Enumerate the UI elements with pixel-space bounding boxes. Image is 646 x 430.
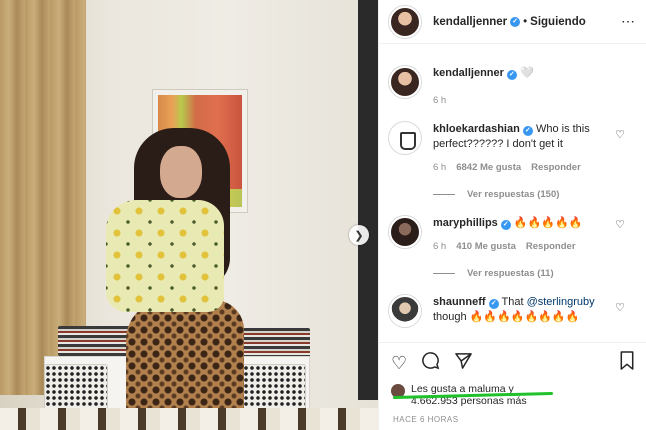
share-icon[interactable]: [454, 351, 473, 375]
heart-icon[interactable]: ♡: [615, 301, 625, 314]
caption-avatar[interactable]: [389, 66, 421, 98]
comment-likes[interactable]: 410 Me gusta: [456, 239, 516, 254]
comment-text-pre: That: [501, 296, 527, 308]
caption: kendalljenner ✓ 🤍 6 h: [379, 66, 646, 108]
action-bar: ♡: [379, 343, 646, 379]
caption-time: 6 h: [433, 95, 447, 106]
comment-likes[interactable]: 6842 Me gusta: [456, 160, 521, 175]
comment-avatar[interactable]: [389, 295, 421, 327]
more-options-icon[interactable]: ⋯: [621, 13, 636, 30]
heart-icon[interactable]: ♡: [391, 352, 407, 374]
post-photo: [0, 0, 378, 430]
photo-floor: [0, 408, 378, 430]
verified-badge-icon: ✓: [488, 299, 499, 309]
caption-text: 🤍: [520, 67, 534, 79]
photo-speaker-left: [44, 364, 108, 412]
comment-icon[interactable]: [421, 351, 440, 375]
reply-button[interactable]: Responder: [531, 160, 581, 175]
photo-person-face: [160, 146, 202, 198]
header-separator: •: [523, 15, 528, 28]
verified-badge-icon: ✓: [510, 16, 521, 27]
posted-time: HACE 6 HORAS: [393, 415, 459, 424]
comment-item: khloekardashian ✓ Who is this perfect???…: [379, 122, 646, 175]
post-sidebar: kendalljenner ✓ • Siguiendo ⋯ kendalljen…: [378, 0, 646, 430]
view-replies-button[interactable]: Ver respuestas (150): [379, 189, 646, 200]
comment-item: shaunneff ✓ That @sterlingruby though 🔥🔥…: [379, 295, 646, 327]
comment-username[interactable]: khloekardashian: [433, 123, 520, 135]
comment-text: 🔥🔥🔥🔥🔥: [513, 217, 583, 229]
comment-username[interactable]: shaunneff: [433, 296, 486, 308]
verified-badge-icon: ✓: [500, 220, 511, 230]
photo-doorframe: [358, 0, 378, 400]
comment-username[interactable]: maryphillips: [433, 217, 498, 229]
follow-status-button[interactable]: Siguiendo: [530, 16, 586, 28]
photo-speaker-right: [242, 364, 306, 412]
heart-icon[interactable]: ♡: [615, 218, 625, 231]
comments-list[interactable]: kendalljenner ✓ 🤍 6 h khloekardashian ✓ …: [379, 52, 646, 340]
comment-avatar[interactable]: [389, 122, 421, 154]
header-username[interactable]: kendalljenner: [433, 16, 507, 28]
photo-person-top: [106, 200, 224, 312]
photo-person-pants: [126, 300, 244, 420]
reply-button[interactable]: Responder: [526, 239, 576, 254]
post-header: kendalljenner ✓ • Siguiendo ⋯: [379, 0, 646, 44]
heart-icon[interactable]: ♡: [615, 128, 625, 141]
comment-item: maryphillips ✓ 🔥🔥🔥🔥🔥 6 h 410 Me gusta Re…: [379, 216, 646, 254]
next-arrow-icon[interactable]: ❯: [349, 225, 369, 245]
verified-badge-icon: ✓: [522, 126, 533, 136]
comment-text-post: though 🔥🔥🔥🔥🔥🔥🔥🔥: [433, 311, 580, 323]
comment-time: 6 h: [433, 162, 447, 173]
comment-mention[interactable]: @sterlingruby: [527, 296, 595, 308]
likes-summary: Les gusta a maluma y 4.662.953 personas …: [379, 379, 646, 407]
comment-avatar[interactable]: [389, 216, 421, 248]
post-footer: ♡ Les gusta a maluma y 4.662.953 persona…: [379, 342, 646, 430]
view-replies-button[interactable]: Ver respuestas (11): [379, 268, 646, 279]
verified-badge-icon: ✓: [506, 70, 517, 80]
comment-time: 6 h: [433, 241, 447, 252]
caption-username[interactable]: kendalljenner: [433, 67, 504, 79]
bookmark-icon[interactable]: [619, 351, 635, 375]
photo-records-left: [58, 326, 136, 356]
header-avatar[interactable]: [389, 5, 421, 38]
